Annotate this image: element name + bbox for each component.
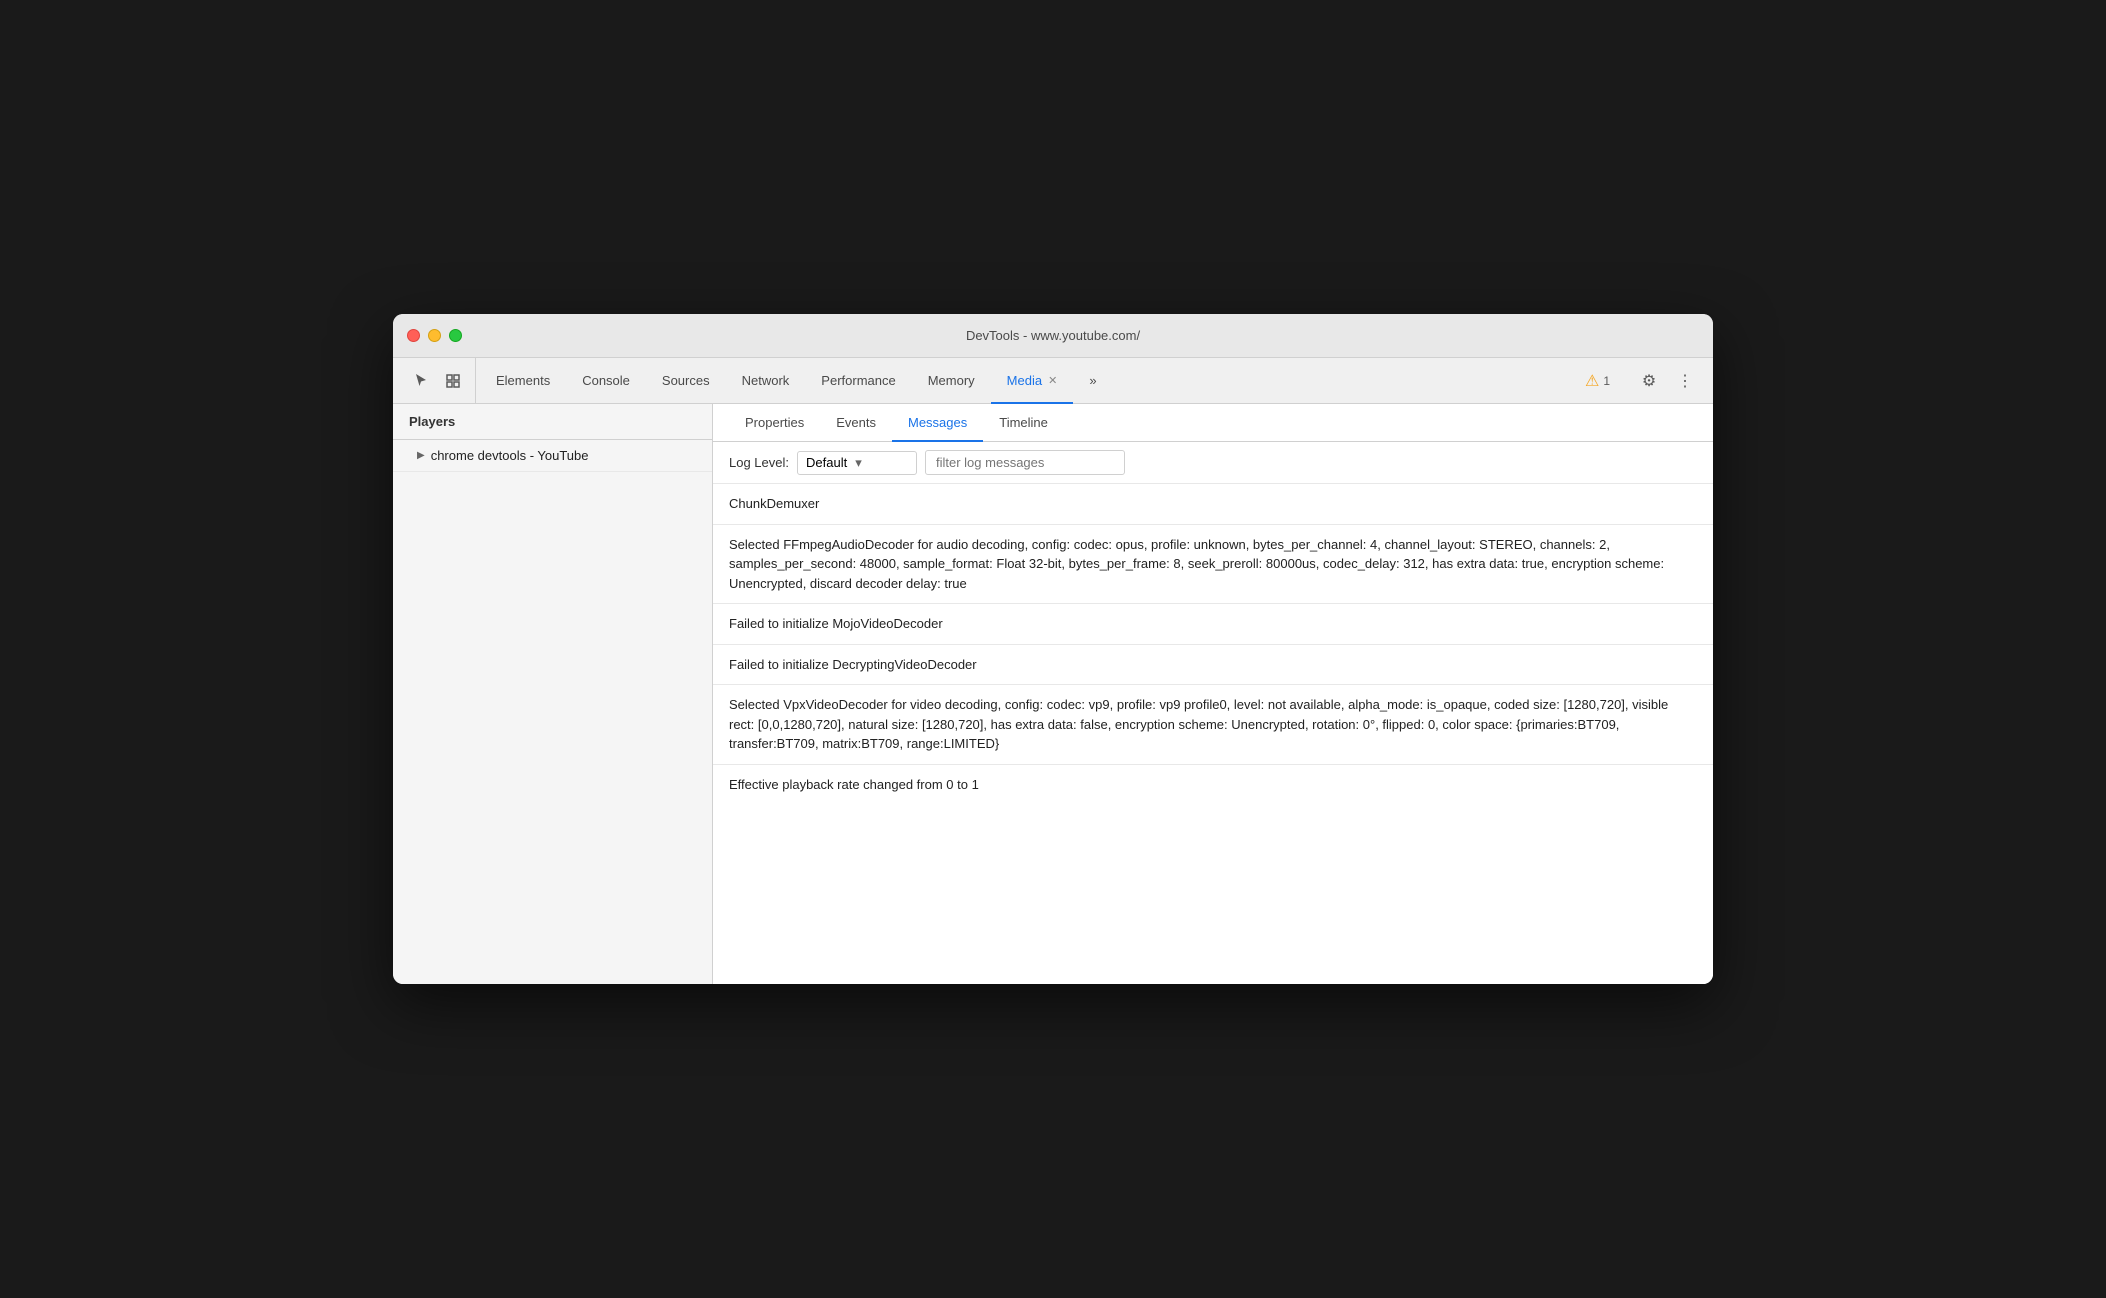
settings-icon[interactable]: ⚙ [1635,367,1663,395]
tab-performance[interactable]: Performance [805,359,911,404]
toolbar-icons [399,358,476,403]
sidebar-item-youtube[interactable]: ▶ chrome devtools - YouTube [393,440,712,472]
toolbar-tabs: Elements Console Sources Network Perform… [480,358,1577,403]
message-row: Selected VpxVideoDecoder for video decod… [713,685,1713,765]
log-level-bar: Log Level: Default ▾ [713,442,1713,484]
tab-elements[interactable]: Elements [480,359,566,404]
minimize-button[interactable] [428,329,441,342]
sub-tab-messages[interactable]: Messages [892,405,983,442]
devtools-toolbar: Elements Console Sources Network Perform… [393,358,1713,404]
title-bar: DevTools - www.youtube.com/ [393,314,1713,358]
sub-tabs: Properties Events Messages Timeline [713,404,1713,442]
inspect-icon[interactable] [439,367,467,395]
tab-sources[interactable]: Sources [646,359,726,404]
message-row: ChunkDemuxer [713,484,1713,525]
more-tabs-button[interactable]: » [1073,359,1112,404]
cursor-icon[interactable] [407,367,435,395]
close-tab-media[interactable]: ✕ [1048,374,1057,387]
tab-console[interactable]: Console [566,359,646,404]
sidebar-header: Players [393,404,712,440]
sidebar-arrow-icon: ▶ [417,450,425,461]
dropdown-arrow-icon: ▾ [855,455,862,471]
maximize-button[interactable] [449,329,462,342]
tab-network[interactable]: Network [726,359,806,404]
traffic-lights [407,329,462,342]
sidebar: Players ▶ chrome devtools - YouTube [393,404,713,984]
devtools-main: Players ▶ chrome devtools - YouTube Prop… [393,404,1713,984]
sub-tab-timeline[interactable]: Timeline [983,405,1064,442]
toolbar-right: ⚠ 1 ⚙ ⋮ [1577,358,1707,403]
message-row: Failed to initialize MojoVideoDecoder [713,604,1713,645]
messages-list: ChunkDemuxer Selected FFmpegAudioDecoder… [713,484,1713,984]
filter-input[interactable] [925,450,1125,475]
more-options-icon[interactable]: ⋮ [1671,367,1699,395]
window-title: DevTools - www.youtube.com/ [966,328,1140,343]
close-button[interactable] [407,329,420,342]
message-row: Effective playback rate changed from 0 t… [713,765,1713,805]
devtools-window: DevTools - www.youtube.com/ Elements [393,314,1713,984]
warning-icon: ⚠ [1585,371,1599,391]
tab-memory[interactable]: Memory [912,359,991,404]
sub-tab-events[interactable]: Events [820,405,892,442]
log-level-select[interactable]: Default ▾ [797,451,917,475]
sub-tab-properties[interactable]: Properties [729,405,820,442]
message-row: Failed to initialize DecryptingVideoDeco… [713,645,1713,686]
warning-badge[interactable]: ⚠ 1 [1585,371,1610,391]
panel: Properties Events Messages Timeline Log … [713,404,1713,984]
tab-media[interactable]: Media ✕ [991,359,1074,404]
log-level-label: Log Level: [729,455,789,470]
message-row: Selected FFmpegAudioDecoder for audio de… [713,525,1713,605]
